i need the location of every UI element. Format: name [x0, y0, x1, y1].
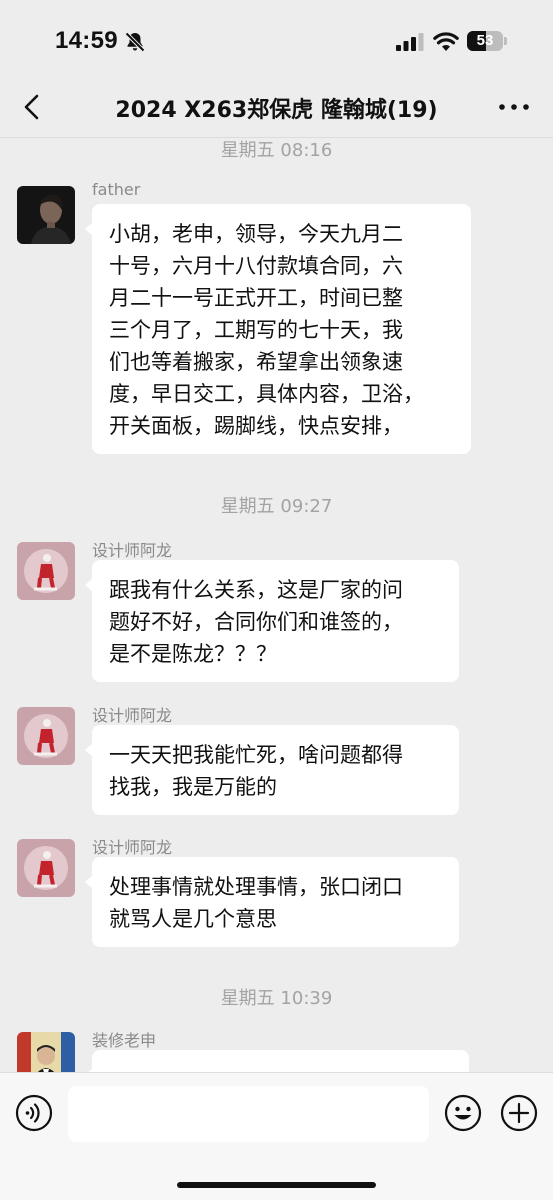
avatar[interactable] — [17, 707, 75, 765]
avatar[interactable] — [17, 186, 75, 244]
timestamp: 星期五 09:27 — [220, 496, 333, 517]
input-bar — [0, 1072, 553, 1200]
plus-icon — [500, 1094, 538, 1132]
emoji-icon — [444, 1094, 482, 1132]
timestamp: 星期五 08:16 — [220, 140, 333, 161]
battery-icon: 53 — [467, 31, 507, 51]
avatar[interactable] — [17, 839, 75, 897]
sender-name: father — [92, 180, 141, 199]
more-options-button[interactable] — [497, 92, 531, 122]
message-input[interactable] — [68, 1086, 429, 1142]
wifi-icon — [433, 32, 459, 51]
sender-name: 设计师阿龙 — [92, 706, 173, 725]
battery-level: 53 — [476, 32, 494, 49]
chat-header: 2024 X263郑保虎 隆翰城(19) — [0, 80, 553, 138]
cellular-signal-icon — [396, 33, 424, 51]
more-dots-icon — [499, 104, 529, 110]
message-bubble[interactable] — [85, 1050, 469, 1072]
emoji-button[interactable] — [444, 1094, 482, 1132]
status-time: 14:59 — [55, 27, 118, 54]
sender-name: 设计师阿龙 — [92, 838, 173, 857]
voice-button[interactable] — [15, 1094, 53, 1132]
message-bubble[interactable]: 小胡，老申，领导，今天九月二 十号，六月十八付款填合同，六 月二十一号正式开工，… — [85, 204, 471, 454]
status-bar: 14:59 53 — [0, 0, 553, 80]
timestamp: 星期五 10:39 — [220, 988, 333, 1009]
voice-icon — [15, 1094, 53, 1132]
more-actions-button[interactable] — [500, 1094, 538, 1132]
bell-off-icon — [125, 32, 145, 52]
message-bubble[interactable]: 跟我有什么关系，这是厂家的问 题好不好，合同你们和谁签的， 是不是陈龙？？？ — [85, 560, 459, 682]
message-bubble[interactable]: 处理事情就处理事情，张口闭口 就骂人是几个意思 — [85, 857, 459, 947]
sender-name: 设计师阿龙 — [92, 541, 173, 560]
back-button[interactable] — [18, 92, 48, 122]
message-list[interactable]: 星期五 08:16 father 小胡，老申，领导，今天九月二 十号，六月十八付… — [0, 139, 553, 1072]
chat-title: 2024 X263郑保虎 隆翰城(19) — [115, 98, 438, 123]
sender-name: 装修老申 — [92, 1031, 157, 1050]
home-indicator — [177, 1182, 376, 1188]
message-bubble[interactable]: 一天天把我能忙死，啥问题都得 找我，我是万能的 — [85, 725, 459, 815]
avatar[interactable] — [17, 542, 75, 600]
avatar[interactable] — [17, 1032, 75, 1072]
chevron-left-icon — [24, 94, 39, 120]
